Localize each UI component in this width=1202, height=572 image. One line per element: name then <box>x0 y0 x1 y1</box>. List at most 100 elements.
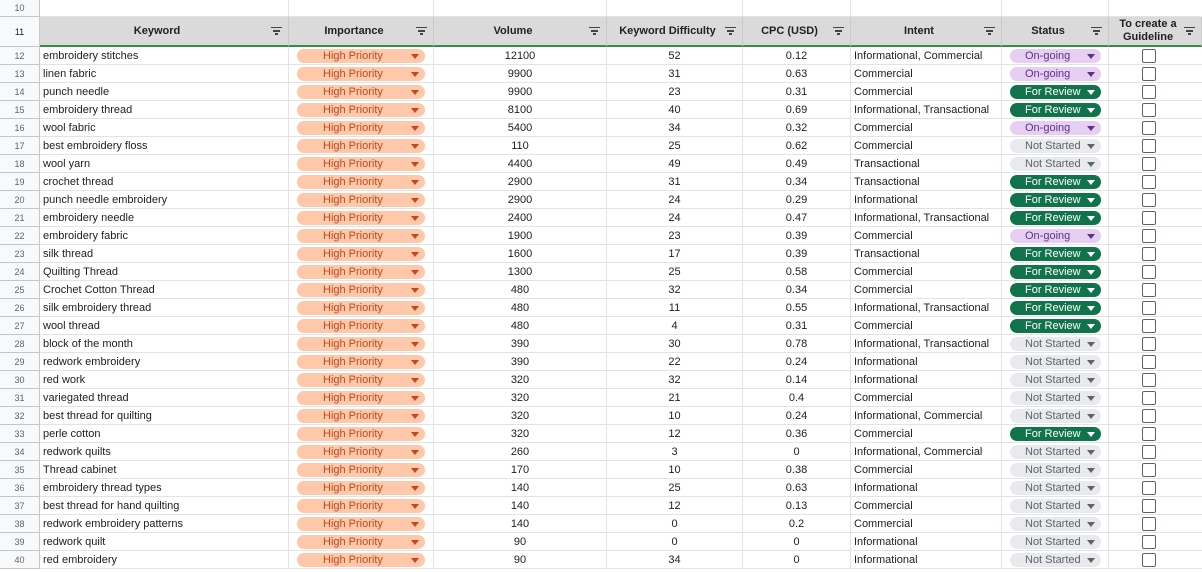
importance-dropdown-chip[interactable]: High Priority <box>297 318 425 333</box>
status-cell[interactable]: Not Started <box>1002 533 1109 551</box>
keyword-cell[interactable]: wool fabric <box>40 119 289 137</box>
guideline-cell[interactable] <box>1109 299 1202 317</box>
status-cell[interactable]: On-going <box>1002 227 1109 245</box>
volume-cell[interactable]: 1300 <box>434 263 607 281</box>
checkbox-icon[interactable] <box>1141 66 1156 81</box>
dropdown-arrow-icon[interactable] <box>411 323 419 329</box>
volume-cell[interactable]: 320 <box>434 389 607 407</box>
row-number[interactable]: 24 <box>0 263 40 281</box>
importance-dropdown-chip[interactable]: High Priority <box>297 408 425 423</box>
difficulty-cell[interactable]: 25 <box>607 263 743 281</box>
status-cell[interactable]: For Review <box>1002 317 1109 335</box>
cpc-cell[interactable]: 0.24 <box>743 407 851 425</box>
column-header-intent[interactable]: Intent <box>851 17 1002 47</box>
intent-cell[interactable]: Commercial <box>851 119 1002 137</box>
dropdown-arrow-icon[interactable] <box>1087 413 1095 419</box>
importance-dropdown-chip[interactable]: High Priority <box>297 120 425 135</box>
dropdown-arrow-icon[interactable] <box>411 287 419 293</box>
keyword-cell[interactable]: redwork embroidery <box>40 353 289 371</box>
importance-dropdown-chip[interactable]: High Priority <box>297 444 425 459</box>
intent-cell[interactable]: Commercial <box>851 137 1002 155</box>
keyword-cell[interactable]: red embroidery <box>40 551 289 569</box>
row-number[interactable]: 32 <box>0 407 40 425</box>
volume-cell[interactable]: 140 <box>434 497 607 515</box>
dropdown-arrow-icon[interactable] <box>1087 431 1095 437</box>
intent-cell[interactable]: Commercial <box>851 65 1002 83</box>
checkbox-icon[interactable] <box>1141 246 1156 261</box>
row-number[interactable]: 33 <box>0 425 40 443</box>
checkbox-icon[interactable] <box>1141 462 1156 477</box>
row-number[interactable]: 14 <box>0 83 40 101</box>
dropdown-arrow-icon[interactable] <box>411 179 419 185</box>
volume-cell[interactable]: 5400 <box>434 119 607 137</box>
row-number[interactable]: 11 <box>0 17 40 47</box>
checkbox-icon[interactable] <box>1141 228 1156 243</box>
guideline-cell[interactable] <box>1109 353 1202 371</box>
importance-dropdown-chip[interactable]: High Priority <box>297 138 425 153</box>
cpc-cell[interactable]: 0 <box>743 443 851 461</box>
checkbox-icon[interactable] <box>1141 480 1156 495</box>
status-dropdown-chip[interactable]: For Review <box>1010 318 1101 333</box>
empty-cell[interactable] <box>1109 0 1202 17</box>
difficulty-cell[interactable]: 49 <box>607 155 743 173</box>
filter-icon[interactable] <box>589 27 600 35</box>
importance-dropdown-chip[interactable]: High Priority <box>297 372 425 387</box>
importance-cell[interactable]: High Priority <box>289 281 434 299</box>
importance-dropdown-chip[interactable]: High Priority <box>297 156 425 171</box>
importance-dropdown-chip[interactable]: High Priority <box>297 336 425 351</box>
intent-cell[interactable]: Commercial <box>851 389 1002 407</box>
dropdown-arrow-icon[interactable] <box>1087 449 1095 455</box>
dropdown-arrow-icon[interactable] <box>1087 107 1095 113</box>
dropdown-arrow-icon[interactable] <box>1087 251 1095 257</box>
importance-dropdown-chip[interactable]: High Priority <box>297 480 425 495</box>
keyword-cell[interactable]: red work <box>40 371 289 389</box>
dropdown-arrow-icon[interactable] <box>1087 539 1095 545</box>
column-header-importance[interactable]: Importance <box>289 17 434 47</box>
volume-cell[interactable]: 480 <box>434 281 607 299</box>
filter-icon[interactable] <box>984 27 995 35</box>
importance-cell[interactable]: High Priority <box>289 335 434 353</box>
volume-cell[interactable]: 90 <box>434 533 607 551</box>
column-header-volume[interactable]: Volume <box>434 17 607 47</box>
intent-cell[interactable]: Commercial <box>851 497 1002 515</box>
volume-cell[interactable]: 320 <box>434 407 607 425</box>
filter-icon[interactable] <box>271 27 282 35</box>
dropdown-arrow-icon[interactable] <box>411 251 419 257</box>
status-cell[interactable]: For Review <box>1002 101 1109 119</box>
row-number[interactable]: 20 <box>0 191 40 209</box>
guideline-cell[interactable] <box>1109 389 1202 407</box>
volume-cell[interactable]: 110 <box>434 137 607 155</box>
intent-cell[interactable]: Informational <box>851 533 1002 551</box>
intent-cell[interactable]: Commercial <box>851 425 1002 443</box>
guideline-cell[interactable] <box>1109 425 1202 443</box>
status-dropdown-chip[interactable]: Not Started <box>1010 480 1101 495</box>
dropdown-arrow-icon[interactable] <box>1087 233 1095 239</box>
dropdown-arrow-icon[interactable] <box>1087 467 1095 473</box>
cpc-cell[interactable]: 0.24 <box>743 353 851 371</box>
status-dropdown-chip[interactable]: Not Started <box>1010 462 1101 477</box>
importance-cell[interactable]: High Priority <box>289 353 434 371</box>
empty-cell[interactable] <box>607 0 743 17</box>
difficulty-cell[interactable]: 12 <box>607 425 743 443</box>
guideline-cell[interactable] <box>1109 443 1202 461</box>
keyword-cell[interactable]: Quilting Thread <box>40 263 289 281</box>
importance-dropdown-chip[interactable]: High Priority <box>297 462 425 477</box>
filter-icon[interactable] <box>833 27 844 35</box>
row-number[interactable]: 17 <box>0 137 40 155</box>
status-cell[interactable]: Not Started <box>1002 371 1109 389</box>
row-number[interactable]: 26 <box>0 299 40 317</box>
importance-dropdown-chip[interactable]: High Priority <box>297 498 425 513</box>
dropdown-arrow-icon[interactable] <box>1087 143 1095 149</box>
dropdown-arrow-icon[interactable] <box>411 449 419 455</box>
dropdown-arrow-icon[interactable] <box>1087 179 1095 185</box>
row-number[interactable]: 15 <box>0 101 40 119</box>
difficulty-cell[interactable]: 31 <box>607 173 743 191</box>
checkbox-icon[interactable] <box>1141 192 1156 207</box>
dropdown-arrow-icon[interactable] <box>411 359 419 365</box>
dropdown-arrow-icon[interactable] <box>1087 377 1095 383</box>
row-number[interactable]: 27 <box>0 317 40 335</box>
guideline-cell[interactable] <box>1109 371 1202 389</box>
keyword-cell[interactable]: silk embroidery thread <box>40 299 289 317</box>
importance-cell[interactable]: High Priority <box>289 443 434 461</box>
importance-cell[interactable]: High Priority <box>289 227 434 245</box>
